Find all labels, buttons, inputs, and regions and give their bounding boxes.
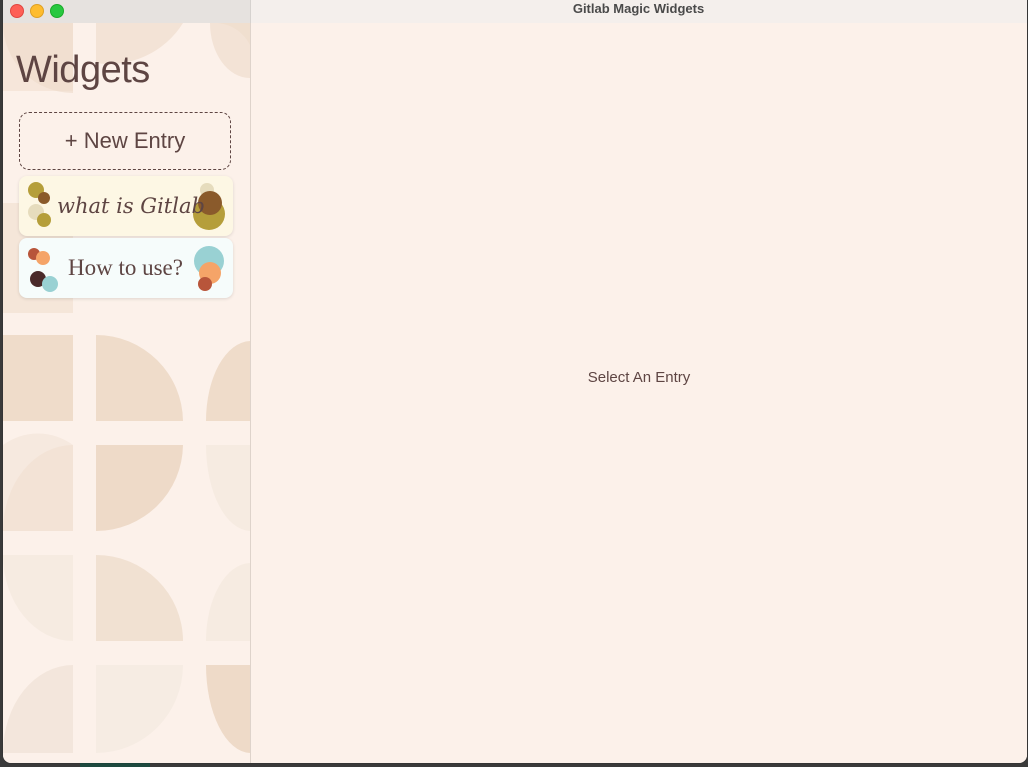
- sidebar-title: Widgets: [16, 49, 150, 91]
- close-window-button[interactable]: [10, 4, 24, 18]
- zoom-window-button[interactable]: [50, 4, 64, 18]
- minimize-window-button[interactable]: [30, 4, 44, 18]
- entry-label: How to use?: [68, 255, 183, 280]
- app-window: Gitlab Magic Widgets Widgets + New Entry…: [3, 0, 1027, 763]
- window-title: Gitlab Magic Widgets: [572, 1, 705, 16]
- sidebar: Widgets + New Entry what is Gitlab How t…: [3, 23, 251, 763]
- entry-card-what-is-gitlab[interactable]: what is Gitlab: [19, 176, 233, 236]
- title-bar: Gitlab Magic Widgets: [3, 0, 1027, 24]
- new-entry-button[interactable]: + New Entry: [19, 112, 231, 170]
- entry-card-how-to-use[interactable]: How to use?: [19, 238, 233, 298]
- detail-pane: Select An Entry: [251, 23, 1027, 763]
- entry-label: what is Gitlab: [57, 194, 205, 218]
- empty-state-message: Select An Entry: [587, 369, 691, 386]
